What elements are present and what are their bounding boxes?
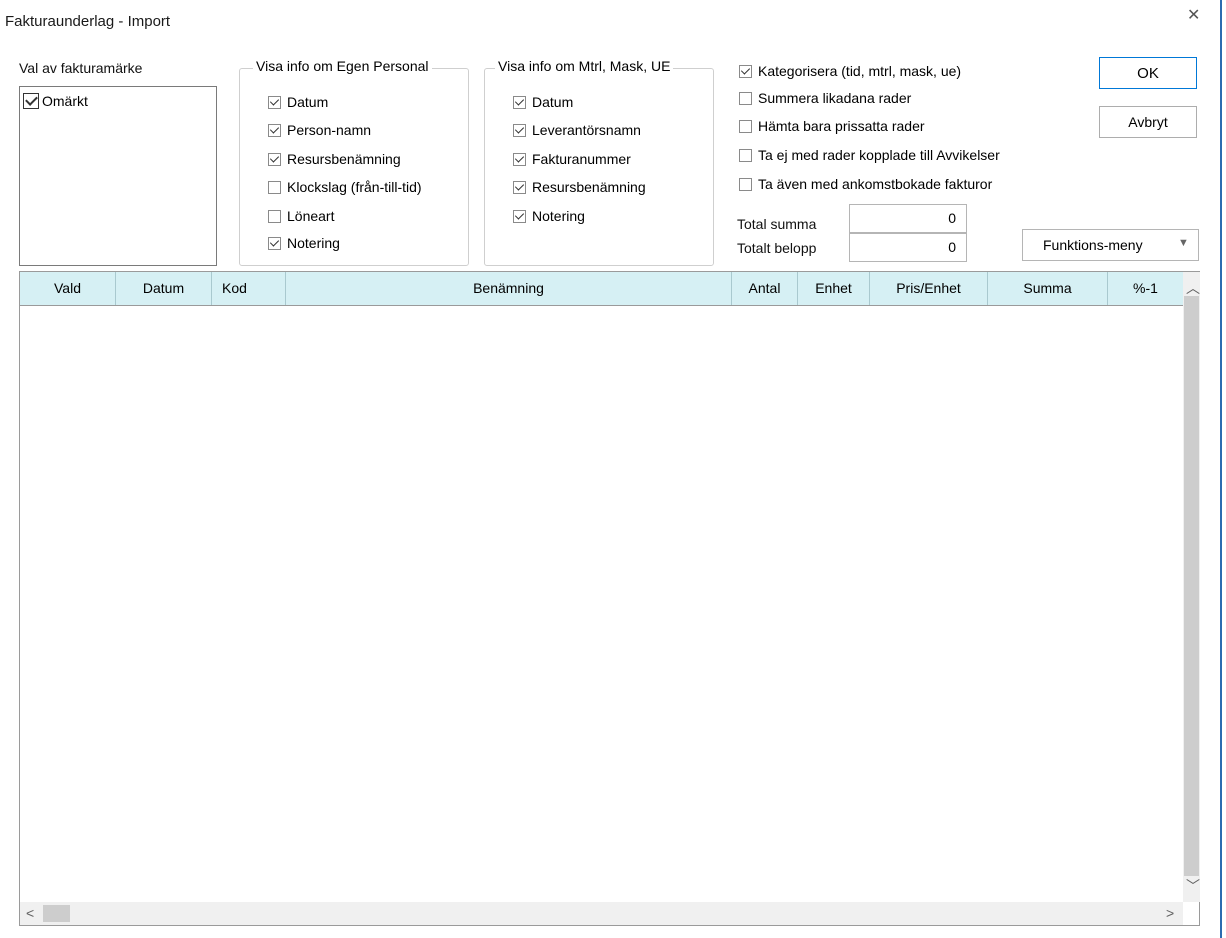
option-prissatta-checkbox[interactable]: Hämta bara prissatta rader bbox=[739, 118, 925, 134]
checkbox-empty-icon[interactable] bbox=[268, 209, 281, 223]
totalt-belopp-label: Totalt belopp bbox=[737, 240, 817, 256]
horizontal-scrollbar[interactable]: < > bbox=[20, 902, 1183, 925]
checkbox-checked-icon[interactable] bbox=[268, 95, 281, 109]
funktions-meny-label: Funktions-meny bbox=[1043, 237, 1143, 253]
checkbox-label: Summera likadana rader bbox=[758, 90, 912, 106]
checkbox-checked-icon[interactable] bbox=[23, 93, 39, 109]
checkbox-empty-icon[interactable] bbox=[739, 119, 752, 133]
vertical-scroll-thumb[interactable] bbox=[1184, 296, 1199, 876]
material-notering-checkbox[interactable]: Notering bbox=[513, 208, 585, 224]
checkbox-checked-icon[interactable] bbox=[513, 209, 526, 223]
col-header-vald[interactable]: Vald bbox=[20, 272, 116, 305]
window-title: Fakturaunderlag - Import bbox=[5, 13, 171, 30]
checkbox-empty-icon[interactable] bbox=[739, 177, 752, 191]
scroll-left-icon[interactable]: < bbox=[26, 905, 34, 921]
col-header-kod[interactable]: Kod bbox=[212, 272, 286, 305]
material-resurs-checkbox[interactable]: Resursbenämning bbox=[513, 179, 646, 195]
material-leverantor-checkbox[interactable]: Leverantörsnamn bbox=[513, 122, 641, 138]
checkbox-label: Person-namn bbox=[287, 122, 372, 138]
material-group-legend: Visa info om Mtrl, Mask, UE bbox=[495, 58, 674, 74]
checkbox-label: Resursbenämning bbox=[532, 179, 646, 195]
total-summa-field[interactable]: 0 bbox=[849, 204, 967, 233]
personal-personnamn-checkbox[interactable]: Person-namn bbox=[268, 122, 371, 138]
col-header-antal[interactable]: Antal bbox=[732, 272, 798, 305]
col-header-enhet[interactable]: Enhet bbox=[798, 272, 870, 305]
mark-item-omarkt[interactable]: Omärkt bbox=[23, 93, 88, 109]
col-header-pris-enhet[interactable]: Pris/Enhet bbox=[870, 272, 988, 305]
checkbox-checked-icon[interactable] bbox=[513, 123, 526, 137]
personal-datum-checkbox[interactable]: Datum bbox=[268, 94, 328, 110]
marks-listbox[interactable]: Omärkt bbox=[19, 86, 217, 266]
checkbox-checked-icon[interactable] bbox=[268, 123, 281, 137]
checkbox-empty-icon[interactable] bbox=[268, 180, 281, 194]
checkbox-label: Ta ej med rader kopplade till Avvikelser bbox=[758, 147, 1000, 163]
mark-item-label: Omärkt bbox=[42, 93, 88, 109]
checkbox-empty-icon[interactable] bbox=[739, 91, 752, 105]
checkbox-label: Notering bbox=[287, 235, 340, 251]
cancel-button[interactable]: Avbryt bbox=[1099, 106, 1197, 138]
marks-label: Val av fakturamärke bbox=[19, 60, 143, 76]
checkbox-label: Klockslag (från-till-tid) bbox=[287, 179, 422, 195]
checkbox-label: Löneart bbox=[287, 208, 335, 224]
checkbox-label: Datum bbox=[532, 94, 574, 110]
grid-header: Vald Datum Kod Benämning Antal Enhet Pri… bbox=[20, 272, 1183, 306]
personal-loneart-checkbox[interactable]: Löneart bbox=[268, 208, 334, 224]
col-header-summa[interactable]: Summa bbox=[988, 272, 1108, 305]
personal-notering-checkbox[interactable]: Notering bbox=[268, 235, 340, 251]
personal-group-legend: Visa info om Egen Personal bbox=[253, 58, 432, 74]
checkbox-label: Datum bbox=[287, 94, 329, 110]
window-edge bbox=[1220, 0, 1222, 938]
option-avvikelser-checkbox[interactable]: Ta ej med rader kopplade till Avvikelser bbox=[739, 147, 1000, 163]
checkbox-label: Resursbenämning bbox=[287, 151, 401, 167]
horizontal-scroll-thumb[interactable] bbox=[43, 905, 70, 922]
total-summa-label: Total summa bbox=[737, 216, 817, 232]
funktions-meny-dropdown[interactable]: Funktions-meny ▼ bbox=[1022, 229, 1199, 261]
option-kategorisera-checkbox[interactable]: Kategorisera (tid, mtrl, mask, ue) bbox=[739, 63, 961, 79]
checkbox-label: Kategorisera (tid, mtrl, mask, ue) bbox=[758, 63, 962, 79]
personal-klockslag-checkbox[interactable]: Klockslag (från-till-tid) bbox=[268, 179, 422, 195]
option-summera-checkbox[interactable]: Summera likadana rader bbox=[739, 90, 911, 106]
checkbox-label: Notering bbox=[532, 208, 585, 224]
col-header-benamning[interactable]: Benämning bbox=[286, 272, 732, 305]
ok-button[interactable]: OK bbox=[1099, 57, 1197, 89]
scroll-up-icon[interactable]: ︿ bbox=[1186, 278, 1200, 298]
checkbox-checked-icon[interactable] bbox=[268, 152, 281, 166]
checkbox-label: Leverantörsnamn bbox=[532, 122, 641, 138]
vertical-scrollbar[interactable]: ︿ ﹀ bbox=[1183, 272, 1200, 902]
checkbox-empty-icon[interactable] bbox=[739, 148, 752, 162]
checkbox-checked-icon[interactable] bbox=[513, 152, 526, 166]
checkbox-checked-icon[interactable] bbox=[268, 236, 281, 250]
checkbox-checked-icon[interactable] bbox=[739, 64, 752, 78]
material-fakturanummer-checkbox[interactable]: Fakturanummer bbox=[513, 151, 631, 167]
checkbox-label: Ta även med ankomstbokade fakturor bbox=[758, 176, 993, 192]
chevron-down-icon[interactable]: ▼ bbox=[1178, 237, 1189, 249]
scroll-down-icon[interactable]: ﹀ bbox=[1186, 876, 1200, 896]
personal-resurs-checkbox[interactable]: Resursbenämning bbox=[268, 151, 401, 167]
checkbox-checked-icon[interactable] bbox=[513, 95, 526, 109]
close-icon[interactable]: ✕ bbox=[1187, 5, 1200, 25]
scroll-right-icon[interactable]: > bbox=[1166, 905, 1174, 921]
checkbox-label: Fakturanummer bbox=[532, 151, 631, 167]
checkbox-label: Hämta bara prissatta rader bbox=[758, 118, 925, 134]
col-header-procent[interactable]: %-1 bbox=[1108, 272, 1183, 305]
material-datum-checkbox[interactable]: Datum bbox=[513, 94, 573, 110]
invoice-grid[interactable]: Vald Datum Kod Benämning Antal Enhet Pri… bbox=[19, 271, 1200, 926]
checkbox-checked-icon[interactable] bbox=[513, 180, 526, 194]
option-ankomst-checkbox[interactable]: Ta även med ankomstbokade fakturor bbox=[739, 176, 992, 192]
totalt-belopp-field[interactable]: 0 bbox=[849, 233, 967, 262]
col-header-datum[interactable]: Datum bbox=[116, 272, 212, 305]
